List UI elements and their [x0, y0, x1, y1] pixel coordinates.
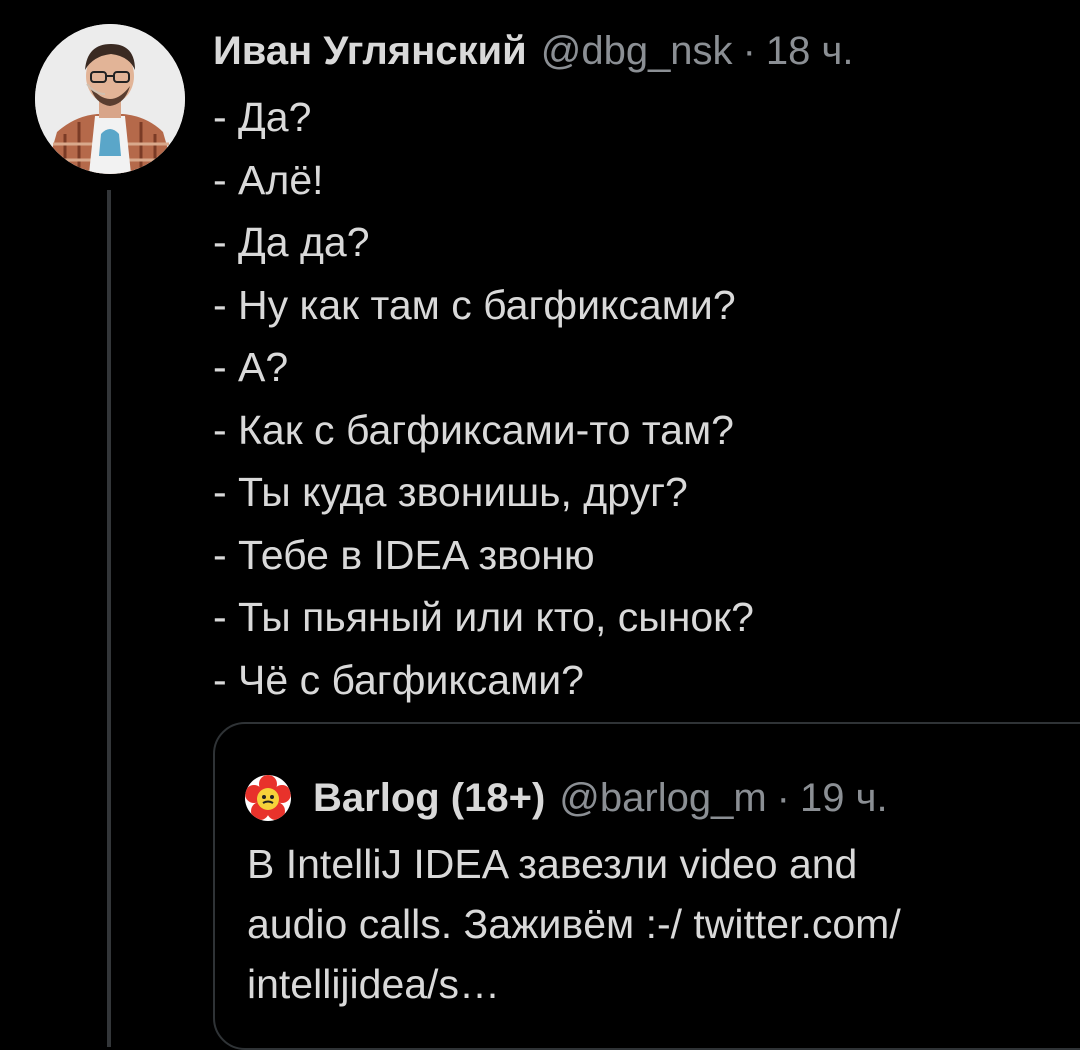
quoted-author-handle[interactable]: @barlog_m — [559, 776, 766, 821]
tweet-line: - Да? — [213, 94, 312, 140]
thread-line — [107, 190, 111, 1047]
tweet-header: Иван Углянский @dbg_nsk · 18 ч. — [213, 26, 853, 76]
quoted-tweet-timestamp[interactable]: 19 ч. — [800, 776, 888, 821]
separator-dot: · — [776, 775, 790, 820]
flower-avatar-icon — [245, 775, 291, 821]
quoted-author-avatar[interactable] — [245, 775, 291, 821]
tweet-line: - Да да? — [213, 219, 370, 265]
quoted-tweet-line: audio calls. Заживём :-/ twitter.com/ — [247, 901, 901, 947]
tweet-timestamp[interactable]: 18 ч. — [766, 26, 854, 76]
tweet-line: - Ты куда звонишь, друг? — [213, 469, 688, 515]
quoted-tweet-header: Barlog (18+) @barlog_m · 19 ч. — [245, 770, 888, 826]
separator-dot: · — [742, 29, 756, 73]
tweet-line: - Чё с багфиксами? — [213, 656, 584, 703]
author-handle[interactable]: @dbg_nsk — [541, 26, 733, 76]
quoted-tweet-link-line[interactable]: intellijidea/s… — [247, 954, 1067, 1014]
tweet-text: - Да? - Алё! - Да да? - Ну как там с баг… — [213, 86, 1063, 711]
tweet-line: - Алё! — [213, 156, 324, 203]
tweet-line: - Как с багфиксами-то там? — [213, 406, 734, 453]
tweet-line: - Ты пьяный или кто, сынок? — [213, 594, 754, 640]
author-avatar[interactable] — [35, 24, 185, 174]
quoted-tweet-card[interactable]: Barlog (18+) @barlog_m · 19 ч. В Intelli… — [213, 722, 1080, 1050]
user-avatar-photo-icon — [35, 24, 185, 174]
quoted-tweet-line: В IntelliJ IDEA завезли video and — [247, 841, 858, 887]
quoted-author-name[interactable]: Barlog (18+) — [313, 776, 545, 821]
tweet-line: - Тебе в IDEA звоню — [213, 531, 595, 578]
tweet-line: - А? — [213, 344, 289, 390]
quoted-tweet-text: В IntelliJ IDEA завезли video and audio … — [247, 834, 1067, 1014]
tweet-line: - Ну как там с багфиксами? — [213, 281, 736, 328]
author-name[interactable]: Иван Углянский — [213, 26, 527, 76]
